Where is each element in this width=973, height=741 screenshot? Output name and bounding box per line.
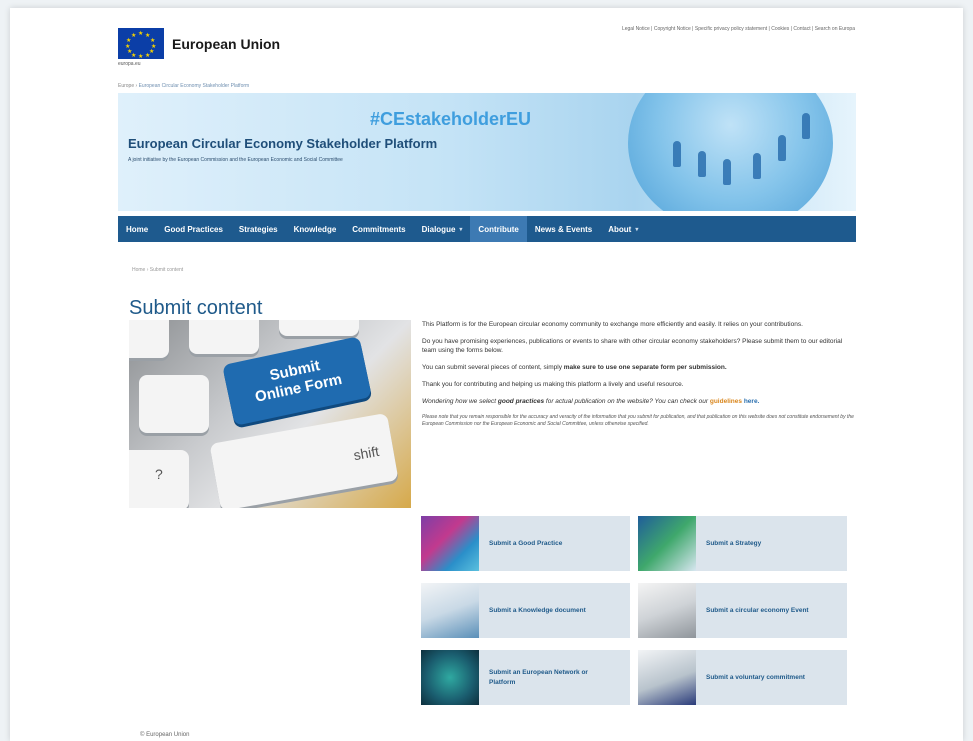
- nav-item-knowledge[interactable]: Knowledge: [286, 216, 345, 242]
- nav-item-label: Dialogue: [421, 224, 456, 234]
- nav-item-label: Home: [126, 224, 149, 234]
- here-link[interactable]: here.: [744, 398, 760, 405]
- nav-item-good-practices[interactable]: Good Practices: [156, 216, 231, 242]
- keyboard-key: [129, 320, 169, 358]
- tile-label: Submit a circular economy Event: [706, 606, 809, 614]
- eu-logo[interactable]: ★ ★ ★ ★ ★ ★ ★ ★ ★ ★ ★ ★ European Union: [118, 28, 281, 60]
- main-navigation: Home Good Practices Strategies Knowledge Com…: [118, 216, 856, 242]
- keyboard-key: [139, 375, 209, 433]
- submit-event-tile[interactable]: Submit a circular economy Event: [638, 583, 847, 638]
- intro-paragraph-3: You can submit several pieces of content…: [422, 363, 856, 372]
- nav-item-label: Commitments: [352, 224, 406, 234]
- shift-key: shift: [209, 412, 399, 508]
- breadcrumb-current: Submit content: [149, 267, 184, 273]
- nav-item-contribute[interactable]: Contribute: [470, 216, 527, 242]
- nav-item-home[interactable]: Home: [118, 216, 156, 242]
- intro-paragraph-4: Thank you for contributing and helping u…: [422, 381, 684, 388]
- submit-network-platform-tile[interactable]: Submit an European Network or Platform: [421, 650, 630, 705]
- page-title: Submit content: [129, 297, 263, 320]
- intro-p5-bold: good practices: [497, 398, 545, 405]
- event-thumbnail: [638, 583, 696, 638]
- shift-key-label: shift: [352, 442, 381, 464]
- nav-item-strategies[interactable]: Strategies: [231, 216, 286, 242]
- intro-paragraph-5: Wondering how we select good practices f…: [422, 397, 856, 406]
- banner-person-figure: [723, 159, 731, 185]
- submit-voluntary-commitment-tile[interactable]: Submit a voluntary commitment: [638, 650, 847, 705]
- knowledge-document-thumbnail: [421, 583, 479, 638]
- nav-item-dialogue[interactable]: Dialogue ▾: [414, 216, 471, 242]
- banner-title: European Circular Economy Stakeholder Pl…: [128, 136, 438, 151]
- tile-label: Submit a voluntary commitment: [706, 673, 805, 681]
- nav-item-news-events[interactable]: News & Events: [527, 216, 600, 242]
- intro-text: This Platform is for the European circul…: [422, 320, 856, 436]
- top-link[interactable]: Contact: [793, 26, 810, 32]
- footer-copyright: © European Union: [140, 732, 190, 738]
- nav-item-label: Strategies: [238, 224, 278, 234]
- nav-item-label: Contribute: [478, 224, 519, 234]
- banner-person-figure: [778, 135, 786, 161]
- chevron-down-icon: ▾: [459, 226, 463, 233]
- top-link[interactable]: Search on Europa: [815, 26, 855, 32]
- eu-subtitle: europa.eu: [118, 61, 141, 67]
- banner-person-figure: [802, 113, 810, 139]
- network-thumbnail: [421, 650, 479, 705]
- banner-hashtag: #CEstakeholderEU: [370, 109, 532, 129]
- submit-strategy-tile[interactable]: Submit a Strategy: [638, 516, 847, 571]
- keyboard-key: ?: [129, 450, 189, 508]
- tile-label: Submit an European Network or Platform: [489, 668, 588, 686]
- banner-globe-illustration: [628, 93, 833, 211]
- top-link[interactable]: Cookies: [771, 26, 789, 32]
- nav-item-about[interactable]: About ▾: [600, 216, 646, 242]
- breadcrumb: Home › Submit content: [132, 267, 184, 273]
- site-banner: #CEstakeholderEU European Circular Econo…: [118, 93, 856, 211]
- breadcrumb-platform-link[interactable]: European Circular Economy Stakeholder Pl…: [139, 83, 250, 89]
- guidelines-link[interactable]: guidelines: [710, 398, 742, 405]
- strategy-thumbnail: [638, 516, 696, 571]
- nav-item-label: Good Practices: [164, 224, 223, 234]
- keyboard-key: [279, 320, 359, 336]
- keyboard-key: [189, 320, 259, 354]
- chevron-down-icon: ▾: [635, 226, 639, 233]
- banner-person-figure: [673, 141, 681, 167]
- banner-person-figure: [698, 151, 706, 177]
- intro-p3-text: You can submit several pieces of content…: [422, 364, 564, 371]
- eu-title: European Union: [172, 35, 281, 52]
- top-link[interactable]: Legal Notice: [622, 26, 650, 32]
- banner-subtitle: A joint initiative by the European Commi…: [128, 157, 343, 163]
- top-breadcrumb: Europe › European Circular Economy Stake…: [118, 83, 250, 89]
- nav-item-label: About: [608, 224, 632, 234]
- intro-p5-mid: for actual publication on the website? Y…: [544, 398, 710, 405]
- submit-knowledge-document-tile[interactable]: Submit a Knowledge document: [421, 583, 630, 638]
- intro-p3-bold: make sure to use one separate form per s…: [563, 364, 727, 371]
- top-links: Legal Notice | Copyright Notice | Specif…: [622, 26, 855, 32]
- submit-good-practice-tile[interactable]: Submit a Good Practice: [421, 516, 630, 571]
- commitment-thumbnail: [638, 650, 696, 705]
- good-practice-thumbnail: [421, 516, 479, 571]
- submit-keyboard-image: Submit Online Form shift ?: [129, 320, 411, 508]
- nav-item-label: Knowledge: [293, 224, 337, 234]
- disclaimer-note: Please note that you remain responsible …: [422, 414, 854, 427]
- breadcrumb-root-link[interactable]: Europe: [118, 83, 134, 89]
- tile-label: Submit a Good Practice: [489, 539, 563, 547]
- intro-paragraph-2: Do you have promising experiences, publi…: [422, 338, 843, 354]
- banner-person-figure: [753, 153, 761, 179]
- tile-label: Submit a Knowledge document: [489, 606, 586, 614]
- eu-flag-icon: ★ ★ ★ ★ ★ ★ ★ ★ ★ ★ ★ ★: [118, 28, 164, 60]
- nav-item-label: News & Events: [534, 224, 593, 234]
- nav-item-commitments[interactable]: Commitments: [344, 216, 413, 242]
- intro-p5-text: Wondering how we select: [422, 398, 498, 405]
- intro-paragraph-1: This Platform is for the European circul…: [422, 321, 803, 328]
- breadcrumb-home-link[interactable]: Home: [132, 267, 145, 273]
- page: ★ ★ ★ ★ ★ ★ ★ ★ ★ ★ ★ ★ European Union e…: [10, 8, 963, 741]
- top-link[interactable]: Copyright Notice: [654, 26, 691, 32]
- tile-label: Submit a Strategy: [706, 539, 762, 547]
- top-link[interactable]: Specific privacy policy statement: [695, 26, 767, 32]
